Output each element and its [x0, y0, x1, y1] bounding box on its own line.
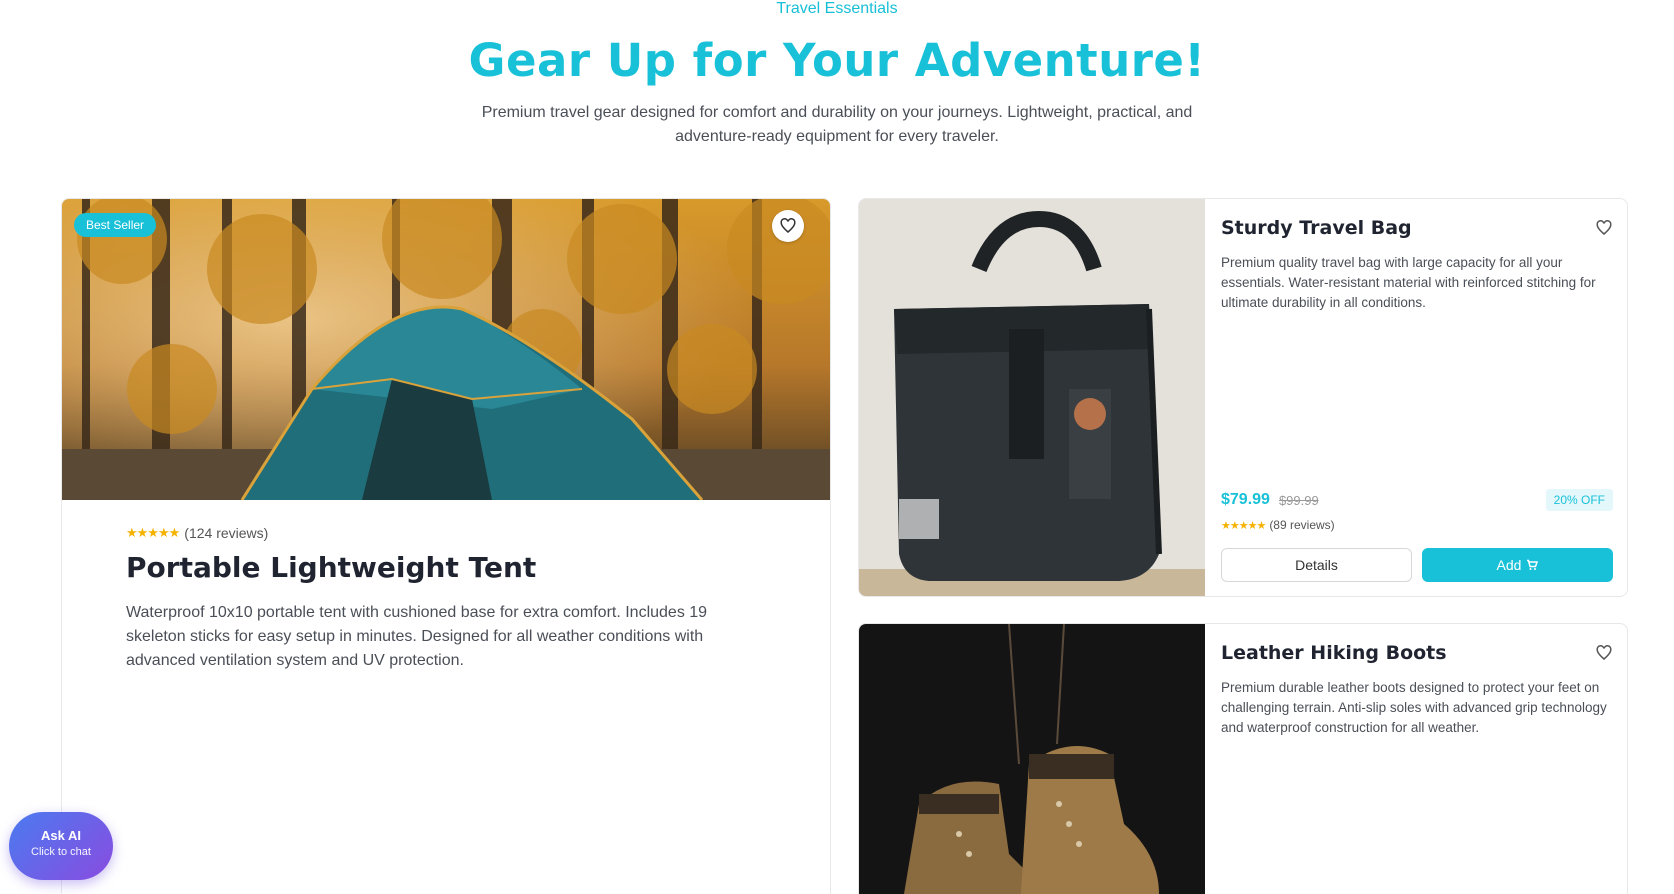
rating-stars: ★★★★★ — [1221, 519, 1266, 532]
favorite-button[interactable] — [1595, 644, 1613, 667]
heart-icon — [780, 218, 796, 233]
product-title[interactable]: Sturdy Travel Bag — [1221, 217, 1412, 239]
hiking-boots-image — [859, 624, 1205, 894]
backpack-image — [859, 199, 1205, 596]
page-title: Gear Up for Your Adventure! — [468, 34, 1206, 87]
product-description: Premium quality travel bag with large ca… — [1221, 255, 1596, 310]
rating-stars: ★★★★★ — [126, 525, 180, 540]
ask-ai-button[interactable]: Ask AI Click to chat — [9, 812, 113, 880]
product-title[interactable]: Portable Lightweight Tent — [126, 551, 746, 585]
review-count: (89 reviews) — [1269, 518, 1335, 532]
product-title[interactable]: Leather Hiking Boots — [1221, 642, 1447, 664]
review-count: (124 reviews) — [184, 525, 269, 541]
old-price: $99.99 — [1278, 492, 1319, 508]
ask-ai-subtitle: Click to chat — [31, 846, 91, 858]
add-to-cart-button[interactable]: Add — [1422, 548, 1613, 582]
favorite-button[interactable] — [1595, 219, 1613, 242]
product-description: Premium durable leather boots designed t… — [1221, 680, 1607, 735]
page-subtitle: Premium travel gear designed for comfort… — [481, 104, 1193, 145]
product-description: Waterproof 10x10 portable tent with cush… — [126, 604, 708, 669]
heart-icon — [1596, 220, 1612, 235]
tent-in-forest-image: Best Seller — [62, 199, 830, 500]
product-card-hiking-boots[interactable]: Leather Hiking Boots Premium durable lea… — [858, 623, 1628, 894]
details-button[interactable]: Details — [1221, 548, 1412, 582]
eyebrow-label: Travel Essentials — [776, 0, 898, 17]
discount-badge: 20% OFF — [1545, 489, 1613, 511]
favorite-button[interactable] — [772, 210, 804, 242]
best-seller-badge: Best Seller — [74, 213, 157, 237]
cart-icon — [1527, 559, 1539, 570]
product-card-travel-bag[interactable]: Sturdy Travel Bag Premium quality travel… — [858, 198, 1628, 597]
price: $79.99 — [1221, 491, 1270, 508]
ask-ai-title: Ask AI — [41, 828, 81, 843]
featured-product-card[interactable]: Best Seller ★★★★★ (124 reviews) Portable… — [61, 198, 831, 894]
add-label: Add — [1496, 557, 1522, 573]
heart-icon — [1596, 645, 1612, 660]
